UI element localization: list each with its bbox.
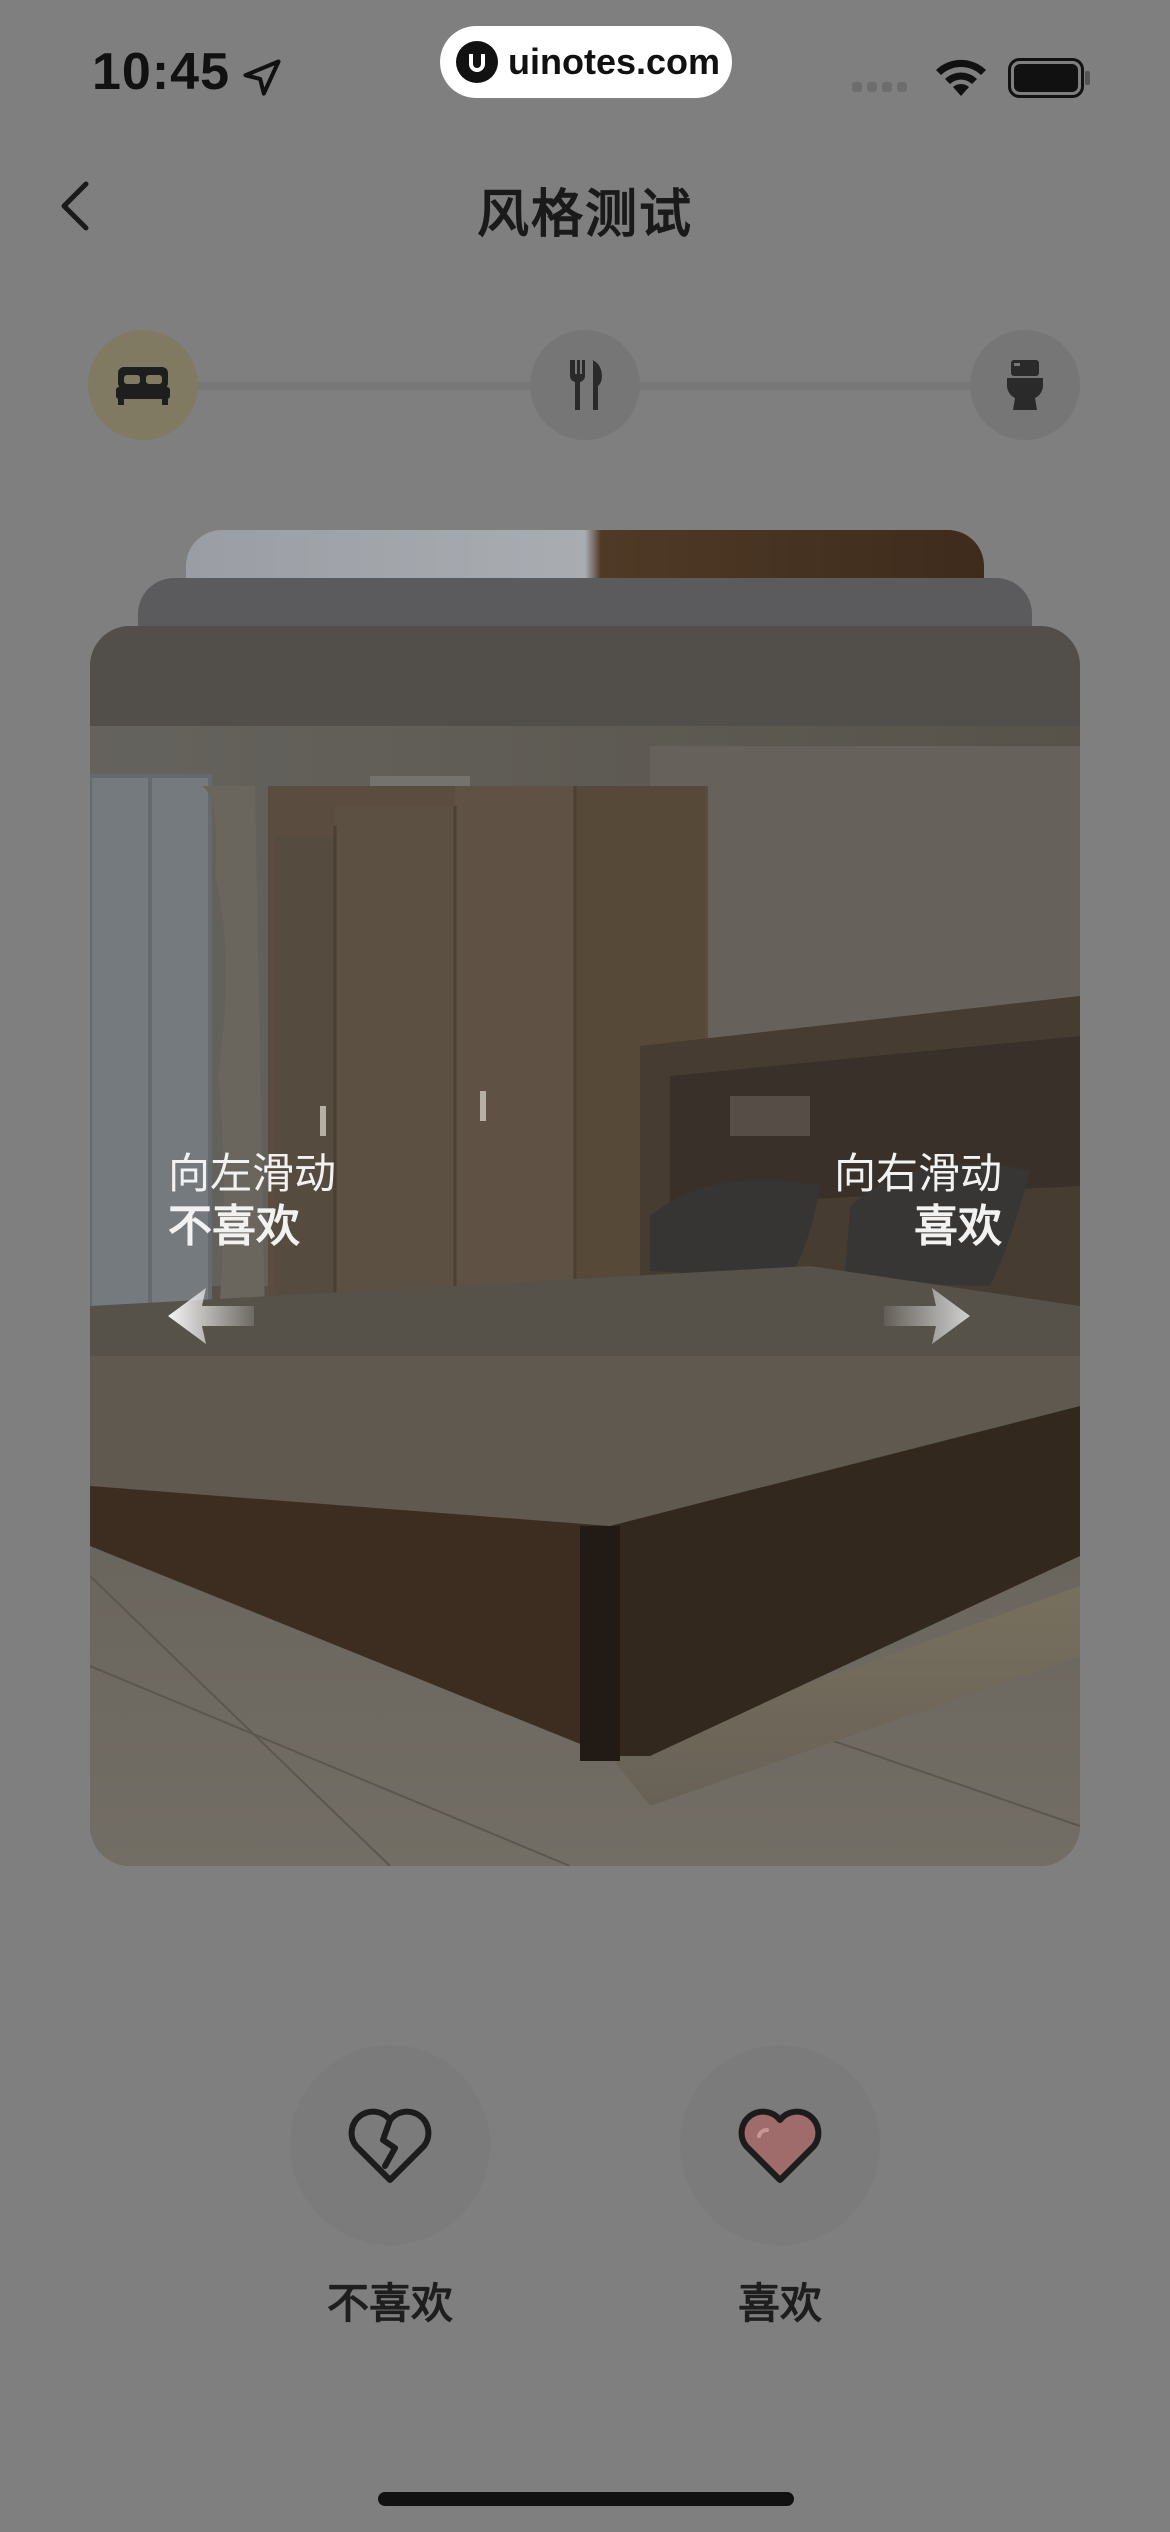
bed-icon (116, 367, 170, 405)
watermark-text: uinotes.com (508, 41, 721, 82)
fork-knife-icon (569, 360, 602, 410)
battery-icon (1008, 58, 1090, 98)
step-bedroom[interactable] (88, 330, 198, 440)
location-arrow-icon (243, 59, 281, 96)
watermark-badge: uinotes.com (440, 26, 732, 98)
swipe-right-hint: 向右滑动 喜欢 (834, 1148, 1002, 1254)
watermark-logo-icon (456, 41, 498, 83)
swipe-right-direction: 向右滑动 (833, 1149, 1002, 1198)
status-bar: 10:45 uinotes.com (0, 0, 1170, 150)
style-test-progress (88, 330, 1080, 442)
wifi-icon (936, 59, 986, 96)
swipe-right-action: 喜欢 (914, 1201, 1002, 1252)
like-button[interactable] (680, 2045, 880, 2245)
step-dining[interactable] (530, 330, 640, 440)
swipe-left-direction: 向左滑动 (168, 1149, 337, 1198)
toilet-icon (1007, 360, 1043, 410)
swipe-left-action: 不喜欢 (168, 1201, 300, 1252)
progress-connector (198, 382, 530, 390)
step-bathroom[interactable] (970, 330, 1080, 440)
progress-connector (640, 382, 970, 390)
swipe-card[interactable]: 向左滑动 不喜欢 向右滑动 喜欢 (90, 626, 1080, 1866)
heart-icon (738, 2108, 822, 2183)
like-label: 喜欢 (737, 2279, 822, 2328)
page-title: 风格测试 (476, 185, 693, 245)
arrow-right-icon (884, 1288, 970, 1344)
arrow-left-icon (168, 1288, 254, 1344)
swipe-left-hint: 向左滑动 不喜欢 (168, 1148, 336, 1254)
dislike-button[interactable] (290, 2045, 490, 2245)
signal-icon (852, 82, 907, 92)
home-indicator[interactable] (378, 2492, 794, 2506)
status-time: 10:45 (92, 43, 230, 101)
dislike-label: 不喜欢 (326, 2279, 453, 2328)
broken-heart-icon (348, 2108, 432, 2183)
